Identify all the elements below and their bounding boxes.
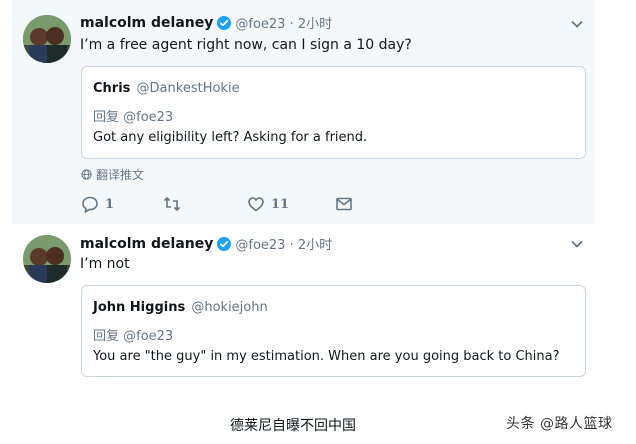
tweet-header: malcolm delaney @foe23 · 2小时 xyxy=(80,13,332,33)
quote-text: You are "the guy" in my estimation. When… xyxy=(93,349,560,364)
chevron-down-icon[interactable] xyxy=(571,17,583,31)
translate-link[interactable]: 翻译推文 xyxy=(81,166,144,183)
quote-author-handle: @DankestHokie xyxy=(136,81,240,96)
watermark: 头条 @路人篮球 xyxy=(506,416,613,432)
quote-reply-label: 回复 @foe23 xyxy=(93,329,174,344)
author-handle[interactable]: @foe23 · 2小时 xyxy=(235,13,332,32)
quoted-tweet[interactable]: Chris @DankestHokie 回复 @foe23 Got any el… xyxy=(81,66,586,159)
retweet-icon xyxy=(163,196,181,212)
tweet-1[interactable]: malcolm delaney @foe23 · 2小时 I’m a free … xyxy=(12,0,595,224)
like-button[interactable]: 11 xyxy=(247,195,289,213)
chevron-down-icon[interactable] xyxy=(571,237,583,251)
quote-reply-label: 回复 @foe23 xyxy=(93,110,174,125)
author-name[interactable]: malcolm delaney xyxy=(80,15,213,31)
translate-label: 翻译推文 xyxy=(96,168,145,182)
tweet-2[interactable]: malcolm delaney @foe23 · 2小时 I’m not Joh… xyxy=(12,224,595,394)
message-button[interactable] xyxy=(335,195,353,213)
verified-badge-icon xyxy=(217,236,232,251)
quote-author-name: John Higgins xyxy=(93,300,186,315)
reply-button[interactable]: 1 xyxy=(81,195,114,213)
tweet-header: malcolm delaney @foe23 · 2小时 xyxy=(80,234,332,254)
message-icon xyxy=(336,197,352,211)
tweet-actions: 1 11 xyxy=(81,195,353,215)
tweet-text: I’m not xyxy=(80,256,130,272)
globe-icon xyxy=(81,169,92,180)
retweet-button[interactable] xyxy=(163,195,187,213)
quote-author-name: Chris xyxy=(93,81,131,96)
author-name[interactable]: malcolm delaney xyxy=(80,236,213,252)
quote-header: Chris @DankestHokie xyxy=(93,81,240,96)
like-icon xyxy=(248,197,264,212)
verified-badge-icon xyxy=(217,15,232,30)
tweet-text: I’m a free agent right now, can I sign a… xyxy=(80,37,412,53)
avatar[interactable] xyxy=(23,235,71,283)
like-count: 11 xyxy=(271,196,290,212)
quote-header: John Higgins @hokiejohn xyxy=(93,300,268,315)
reply-count: 1 xyxy=(105,196,115,212)
image-caption: 德莱尼自曝不回中国 xyxy=(230,418,356,434)
reply-icon xyxy=(82,196,98,213)
quote-author-handle: @hokiejohn xyxy=(191,300,268,315)
quoted-tweet[interactable]: John Higgins @hokiejohn 回复 @foe23 You ar… xyxy=(81,285,586,377)
quote-text: Got any eligibility left? Asking for a f… xyxy=(93,130,368,145)
avatar[interactable] xyxy=(23,15,71,63)
author-handle[interactable]: @foe23 · 2小时 xyxy=(235,234,332,253)
